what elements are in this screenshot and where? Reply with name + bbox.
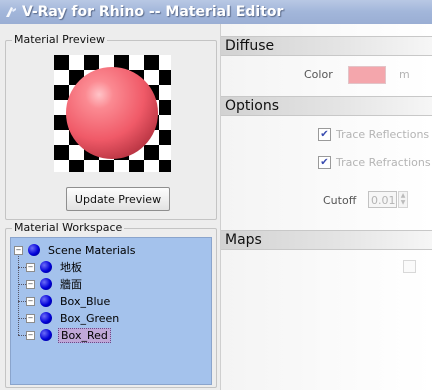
cutoff-label: Cutoff xyxy=(323,194,357,207)
material-tree[interactable]: − Scene Materials − 地板 − 牆面 − Box_Blue − xyxy=(10,237,212,385)
color-label: Color xyxy=(304,68,333,81)
maps-checkbox[interactable] xyxy=(403,260,416,273)
tree-item-material[interactable]: − 牆面 xyxy=(26,276,84,292)
options-header[interactable]: Options xyxy=(221,96,432,116)
map-button[interactable]: m xyxy=(399,68,410,81)
collapse-icon[interactable]: − xyxy=(26,296,35,306)
material-preview-image xyxy=(54,55,171,172)
trace-refractions-label: Trace Refractions xyxy=(336,156,431,169)
window-title: V-Ray for Rhino -- Material Editor xyxy=(22,4,284,20)
tree-connector-line xyxy=(18,335,26,336)
tree-item-label: 牆面 xyxy=(60,278,82,291)
tree-connector-line xyxy=(18,267,26,268)
tree-item-label: 地板 xyxy=(60,261,82,274)
trace-reflections-checkbox[interactable]: ✔ xyxy=(318,128,331,141)
vray-icon xyxy=(6,7,16,17)
tree-connector-line xyxy=(18,301,26,302)
collapse-icon[interactable]: − xyxy=(26,313,35,323)
maps-header-label: Maps xyxy=(225,232,262,248)
maps-header[interactable]: Maps xyxy=(221,230,432,250)
material-workspace-legend: Material Workspace xyxy=(12,221,125,234)
diffuse-color-swatch[interactable] xyxy=(348,66,386,84)
collapse-icon[interactable]: − xyxy=(26,262,35,272)
material-dot-icon xyxy=(28,244,40,256)
tree-item-material[interactable]: − Box_Green xyxy=(26,310,121,326)
options-header-label: Options xyxy=(225,98,280,114)
tree-item-label: Box_Red xyxy=(58,327,111,343)
collapse-icon[interactable]: − xyxy=(26,330,35,340)
diffuse-header-label: Diffuse xyxy=(225,38,275,54)
collapse-icon[interactable]: − xyxy=(26,279,35,289)
material-preview-group: Material Preview Update Preview xyxy=(5,33,217,220)
cutoff-input[interactable]: 0.01 xyxy=(368,191,397,208)
right-panel: Diffuse Color m Options ✔ Trace Reflecti… xyxy=(221,24,432,390)
tree-item-material[interactable]: − 地板 xyxy=(26,259,84,275)
left-panel: Material Preview Update Preview Material… xyxy=(0,24,221,390)
trace-refractions-checkbox[interactable]: ✔ xyxy=(318,156,331,169)
material-dot-icon xyxy=(40,312,52,324)
tree-item-material[interactable]: − Box_Blue xyxy=(26,293,112,309)
material-dot-icon xyxy=(40,329,52,341)
material-preview-legend: Material Preview xyxy=(12,33,108,46)
diffuse-header[interactable]: Diffuse xyxy=(221,36,432,56)
tree-item-label: Box_Green xyxy=(60,311,120,325)
update-preview-button[interactable]: Update Preview xyxy=(66,187,170,211)
trace-reflections-label: Trace Reflections xyxy=(336,128,430,141)
tree-connector-line xyxy=(18,251,19,335)
tree-item-label: Box_Blue xyxy=(60,294,111,308)
material-dot-icon xyxy=(40,295,52,307)
title-bar[interactable]: V-Ray for Rhino -- Material Editor xyxy=(0,0,432,24)
cutoff-spinner[interactable]: ▲ ▼ xyxy=(398,191,408,208)
tree-root-label: Scene Materials xyxy=(48,243,136,257)
collapse-icon[interactable]: − xyxy=(14,245,23,255)
material-dot-icon xyxy=(40,278,52,290)
tree-connector-line xyxy=(18,284,26,285)
material-workspace-group: Material Workspace − Scene Materials − 地… xyxy=(5,221,217,388)
preview-sphere xyxy=(66,67,158,159)
tree-root-scene-materials[interactable]: − Scene Materials xyxy=(14,242,137,258)
tree-item-material-selected[interactable]: − Box_Red xyxy=(26,327,111,343)
tree-connector-line xyxy=(18,318,26,319)
material-dot-icon xyxy=(40,261,52,273)
